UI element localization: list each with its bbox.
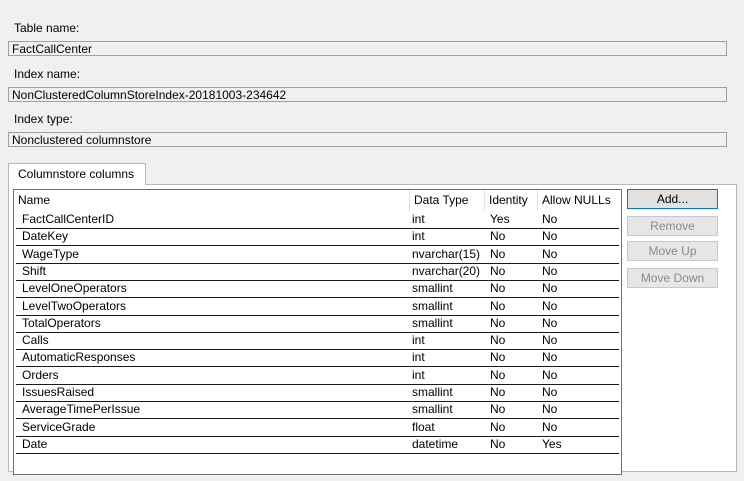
tab-columnstore-columns[interactable]: Columnstore columns: [8, 163, 146, 185]
table-row[interactable]: LevelTwoOperators smallint No No: [16, 298, 619, 316]
cell-allow-nulls: No: [542, 229, 558, 244]
cell-allow-nulls: No: [542, 281, 558, 296]
cell-allow-nulls: No: [542, 350, 558, 365]
cell-identity: No: [490, 315, 506, 330]
header-name[interactable]: Name: [14, 190, 410, 211]
cell-identity: No: [490, 367, 506, 382]
index-type-field[interactable]: Nonclustered columnstore: [8, 132, 727, 147]
cell-identity: Yes: [490, 212, 510, 226]
cell-allow-nulls: No: [542, 315, 558, 330]
index-name-field[interactable]: NonClusteredColumnStoreIndex-20181003-23…: [8, 87, 727, 102]
cell-allow-nulls: No: [542, 246, 558, 261]
cell-identity: No: [490, 350, 506, 365]
table-name-field[interactable]: FactCallCenter: [8, 41, 727, 56]
table-row[interactable]: TotalOperators smallint No No: [16, 315, 619, 333]
cell-identity: No: [490, 436, 506, 451]
remove-button[interactable]: Remove: [627, 216, 718, 236]
cell-name: Calls: [22, 333, 49, 348]
table-row[interactable]: AverageTimePerIssue smallint No No: [16, 401, 619, 420]
table-row[interactable]: AutomaticResponses int No No: [16, 349, 619, 368]
cell-data-type: int: [412, 229, 425, 244]
table-row[interactable]: LevelOneOperators smallint No No: [16, 280, 619, 299]
table-row[interactable]: DateKey int No No: [16, 228, 619, 247]
move-up-button[interactable]: Move Up: [627, 241, 718, 261]
cell-allow-nulls: No: [542, 212, 558, 226]
cell-allow-nulls: No: [542, 263, 558, 278]
cell-allow-nulls: No: [542, 367, 558, 382]
cell-data-type: int: [412, 212, 425, 226]
cell-data-type: smallint: [412, 281, 453, 296]
cell-allow-nulls: No: [542, 419, 558, 434]
cell-data-type: smallint: [412, 385, 453, 399]
header-identity[interactable]: Identity: [485, 190, 538, 211]
cell-name: AverageTimePerIssue: [22, 402, 141, 417]
cell-name: Orders: [22, 367, 59, 382]
cell-name: LevelOneOperators: [22, 281, 127, 296]
cell-identity: No: [490, 419, 506, 434]
cell-name: ServiceGrade: [22, 419, 96, 434]
table-row[interactable]: Shift nvarchar(20) No No: [16, 263, 619, 281]
grid-header: Name Data Type Identity Allow NULLs: [14, 190, 621, 211]
cell-data-type: smallint: [412, 298, 453, 313]
table-name-label: Table name:: [14, 21, 80, 35]
cell-allow-nulls: No: [542, 402, 558, 417]
cell-data-type: float: [412, 419, 435, 434]
cell-data-type: int: [412, 350, 425, 365]
cell-allow-nulls: No: [542, 385, 558, 399]
table-row[interactable]: WageType nvarchar(15) No No: [16, 246, 619, 264]
cell-name: AutomaticResponses: [22, 350, 136, 365]
header-data-type[interactable]: Data Type: [410, 190, 485, 211]
cell-identity: No: [490, 263, 506, 278]
cell-allow-nulls: No: [542, 298, 558, 313]
cell-data-type: int: [412, 333, 425, 348]
cell-identity: No: [490, 385, 506, 399]
header-allow-nulls[interactable]: Allow NULLs: [538, 190, 621, 211]
index-type-label: Index type:: [14, 112, 73, 126]
cell-name: FactCallCenterID: [22, 212, 115, 226]
move-down-button[interactable]: Move Down: [627, 268, 718, 288]
cell-name: TotalOperators: [22, 315, 101, 330]
table-row[interactable]: ServiceGrade float No No: [16, 419, 619, 437]
table-row[interactable]: IssuesRaised smallint No No: [16, 384, 619, 402]
cell-identity: No: [490, 246, 506, 261]
cell-identity: No: [490, 298, 506, 313]
add-button[interactable]: Add...: [627, 189, 718, 209]
table-row[interactable]: Calls int No No: [16, 332, 619, 351]
cell-data-type: nvarchar(15): [412, 246, 481, 261]
cell-identity: No: [490, 333, 506, 348]
cell-data-type: datetime: [412, 436, 459, 451]
cell-allow-nulls: Yes: [542, 436, 562, 451]
cell-data-type: smallint: [412, 402, 453, 417]
cell-allow-nulls: No: [542, 333, 558, 348]
cell-data-type: smallint: [412, 315, 453, 330]
cell-identity: No: [490, 229, 506, 244]
cell-name: Shift: [22, 263, 47, 278]
table-row[interactable]: Orders int No No: [16, 367, 619, 385]
cell-data-type: int: [412, 367, 425, 382]
index-name-label: Index name:: [14, 67, 81, 81]
cell-name: WageType: [22, 246, 79, 261]
cell-identity: No: [490, 281, 506, 296]
table-row[interactable]: FactCallCenterID int Yes No: [16, 211, 619, 229]
cell-identity: No: [490, 402, 506, 417]
cell-data-type: nvarchar(20): [412, 263, 481, 278]
columns-grid[interactable]: Name Data Type Identity Allow NULLs Fact…: [13, 189, 622, 475]
cell-name: IssuesRaised: [22, 385, 95, 399]
cell-name: DateKey: [22, 229, 69, 244]
cell-name: Date: [22, 436, 48, 451]
table-row[interactable]: Date datetime No Yes: [16, 436, 619, 454]
cell-name: LevelTwoOperators: [22, 298, 127, 313]
